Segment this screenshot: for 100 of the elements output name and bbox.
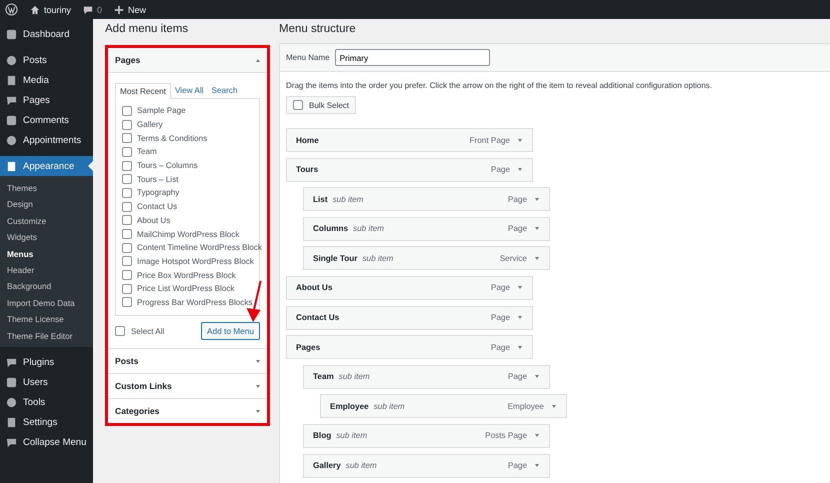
checkbox[interactable] [122,188,132,198]
checkbox[interactable] [122,120,132,130]
sub-item-note: sub item [353,224,384,234]
submenu-item[interactable]: Design [0,196,93,213]
menu-item-title: Team [313,372,334,382]
caret-icon[interactable] [535,256,539,260]
checkbox[interactable] [293,100,303,110]
caret-icon[interactable] [518,346,522,349]
page-icon [6,74,17,86]
submenu-item[interactable]: Import Demo Data [0,294,93,312]
page-icon [6,160,17,172]
bulk-select-button[interactable]: Bulk Select [286,96,356,114]
menu-item-bar[interactable]: Gallery sub item Page [303,454,550,478]
instructions-text: Drag the items into the order you prefer. Click the arrow on the right of the item to reveal additional configuration options. [286,81,714,90]
checkbox[interactable] [122,202,132,212]
caret-icon[interactable] [518,138,522,142]
menu-item-bar[interactable]: Team sub item Page [303,364,550,389]
checkbox[interactable] [115,326,125,336]
circle-icon [6,54,17,66]
checkbox[interactable] [122,215,132,226]
menu-item-bar[interactable]: Contact Us Page [286,306,533,330]
comments-link[interactable]: 0 [83,4,102,14]
menu-item-title: Contact Us [296,313,340,322]
sidebar-item[interactable]: Comments [0,110,93,130]
checkbox[interactable] [122,229,132,240]
menu-item-bar[interactable]: List sub item Page [303,187,550,212]
speech-bubble-icon [83,4,94,14]
sidebar-item[interactable]: Plugins [0,352,93,373]
sidebar-item[interactable]: Dashboard [0,24,93,44]
menu-item-bar[interactable]: Single Tour sub item Service [303,246,550,270]
accordion-title: Pages [115,55,140,65]
sidebar-item[interactable]: Posts [0,50,93,70]
speech-bubble-icon [6,357,17,368]
checkbox[interactable] [122,270,132,280]
submenu-item[interactable]: Theme License [0,311,93,328]
tab[interactable]: Search [208,83,242,98]
checkbox-label: MailChimp WordPress Block [137,230,240,239]
checkbox[interactable] [122,284,132,294]
checkbox[interactable] [122,174,132,184]
checkbox[interactable] [122,160,132,171]
menu-item-bar[interactable]: About Us Page [286,276,533,300]
caret-icon[interactable] [518,168,522,172]
circle-icon [6,134,17,146]
menu-item-bar[interactable]: Columns sub item Page [303,216,550,241]
item-type-label: Service [500,254,527,263]
sidebar-item[interactable]: Tools [0,392,93,413]
sidebar-item[interactable]: Collapse Menu [0,432,93,453]
tab[interactable]: Most Recent [115,83,171,99]
caret-icon[interactable] [518,286,522,290]
tab[interactable]: View All [170,83,208,98]
caret-icon[interactable] [535,227,539,230]
submenu-item[interactable]: Header [0,262,93,278]
menu-item-bar[interactable]: Tours Page [286,158,533,182]
caret-icon[interactable] [535,464,539,468]
caret-icon[interactable] [552,404,556,408]
sidebar-item[interactable]: Media [0,70,93,90]
circle-icon [6,397,17,408]
menu-item-bar[interactable]: Home Front Page [286,128,533,152]
current-page-notch-icon [88,161,93,171]
submenu-item[interactable]: Themes [0,180,93,196]
submenu-item[interactable]: Background [0,278,93,295]
item-type-label: Employee [508,402,544,411]
sidebar-item[interactable]: Appointments [0,130,93,150]
sub-item-note: sub item [332,194,364,204]
submenu-item[interactable]: Widgets [0,229,93,246]
caret-icon[interactable] [535,198,539,201]
sidebar-item[interactable]: Settings [0,412,93,433]
checkbox[interactable] [122,256,132,266]
sidebar-item[interactable]: Appearance [0,156,93,176]
checkbox[interactable] [122,106,132,116]
checkbox[interactable] [122,242,132,253]
submenu-item[interactable]: Customize [0,212,93,230]
caret-icon[interactable] [535,434,539,438]
menu-item-bar[interactable]: Pages Page [286,335,533,360]
checkbox-label: Contact Us [137,202,178,212]
menu-item-title: Tours [296,165,318,174]
sidebar-item[interactable]: Users [0,372,93,393]
add-to-menu-button[interactable]: Add to Menu [200,322,260,340]
accordion-header[interactable]: Pages [108,48,267,72]
menu-name-field[interactable]: Primary [334,49,490,66]
checkbox-label: Select All [131,326,164,336]
checkbox[interactable] [122,133,132,144]
square-icon [6,28,17,40]
new-content-link[interactable]: New [114,4,146,14]
menu-item-bar[interactable]: Blog sub item Posts Page [303,424,550,448]
accordion-title: Posts [115,356,138,366]
caret-icon[interactable] [518,316,522,320]
checkbox[interactable] [122,146,132,157]
wordpress-logo-icon[interactable] [5,3,18,16]
square-icon [6,114,17,126]
sidebar-item[interactable]: Pages [0,90,93,110]
site-name-link[interactable]: touriny [30,4,72,14]
checkbox[interactable] [122,297,132,308]
submenu-item[interactable]: Theme File Editor [0,328,93,344]
caret-icon[interactable] [535,375,539,378]
submenu-item[interactable]: Menus [0,246,93,262]
menu-item-bar[interactable]: Employee sub item Employee [320,394,567,418]
item-type-label: Page [490,283,510,292]
checkbox-label: Price Box WordPress Block [137,270,236,280]
menu-item-title: Employee [330,402,369,411]
